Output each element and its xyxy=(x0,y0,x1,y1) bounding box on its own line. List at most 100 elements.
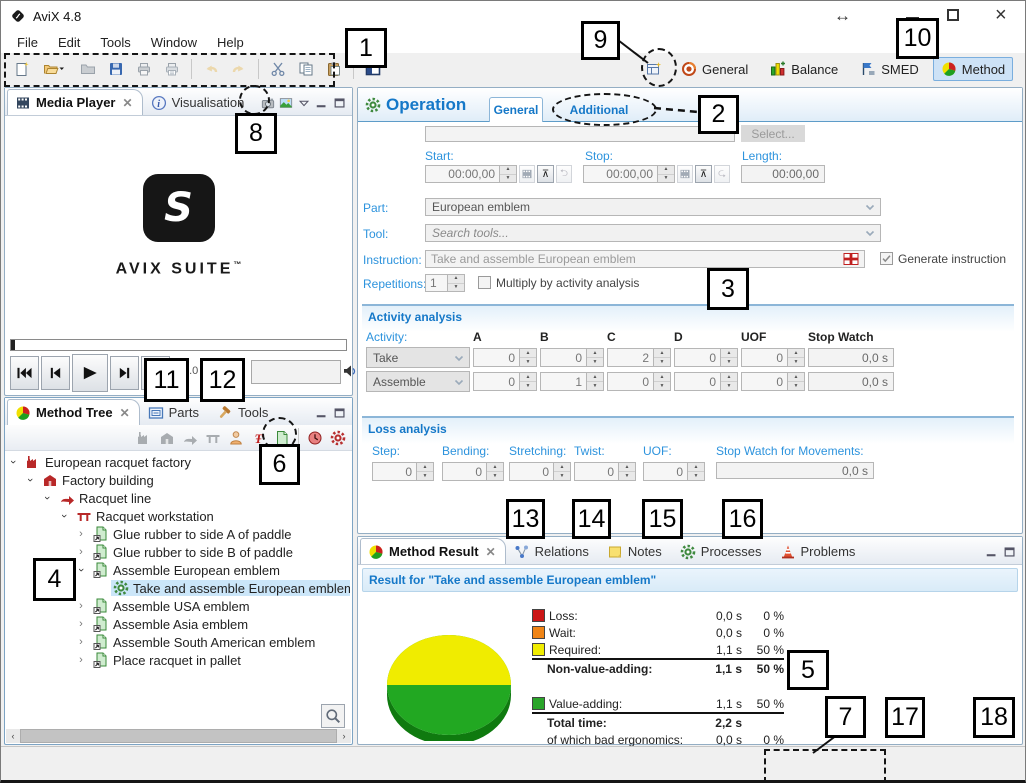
perspective-method[interactable]: Method xyxy=(933,57,1013,81)
mark-stop-button[interactable]: ⊼ xyxy=(695,165,712,183)
minimize-pane-icon[interactable] xyxy=(985,545,999,559)
stop-time-spinner[interactable]: 00:00,00▲▼ xyxy=(583,165,675,183)
previous-frame-button[interactable] xyxy=(41,356,70,390)
activity-d-spinner[interactable]: 0▲▼ xyxy=(674,348,738,367)
activity-b-spinner[interactable]: 1▲▼ xyxy=(540,372,604,391)
add-line-icon[interactable] xyxy=(182,430,198,446)
tab-method-tree[interactable]: Method Tree✕ xyxy=(7,399,140,425)
menu-edit[interactable]: Edit xyxy=(48,32,90,53)
perspective-general[interactable]: General xyxy=(673,57,756,81)
activity-combo[interactable]: Assemble xyxy=(366,371,470,392)
tab-method-result[interactable]: Method Result✕ xyxy=(360,538,506,564)
add-building-icon[interactable] xyxy=(159,430,175,446)
activity-a-spinner[interactable]: 0▲▼ xyxy=(473,348,537,367)
expand-chevron-icon[interactable]: › xyxy=(75,528,87,540)
activity-combo[interactable]: Take xyxy=(366,347,470,368)
expand-chevron-icon[interactable]: › xyxy=(58,510,70,522)
maximize-pane-icon[interactable] xyxy=(333,96,347,110)
scroll-left-icon[interactable]: ‹ xyxy=(6,731,20,741)
tree-item[interactable]: ›Place racquet in pallet xyxy=(7,651,350,669)
spinner-arrows-icon[interactable]: ▲▼ xyxy=(499,165,517,183)
add-instruction-cross-icon[interactable] xyxy=(843,251,859,267)
expand-chevron-icon[interactable]: › xyxy=(75,618,87,630)
expand-chevron-icon[interactable]: › xyxy=(75,654,87,666)
expand-chevron-icon[interactable]: › xyxy=(75,546,87,558)
close-button[interactable]: × xyxy=(995,5,1007,25)
menu-window[interactable]: Window xyxy=(141,32,207,53)
select-clip-button[interactable]: Select... xyxy=(741,125,805,142)
play-button[interactable] xyxy=(72,354,108,392)
scroll-thumb[interactable] xyxy=(20,729,337,743)
bending-spinner[interactable]: 0▲▼ xyxy=(442,462,504,481)
activity-a-spinner[interactable]: 0▲▼ xyxy=(473,372,537,391)
expand-chevron-icon[interactable]: › xyxy=(75,600,87,612)
tree-search-button[interactable] xyxy=(321,704,345,728)
expand-chevron-icon[interactable]: › xyxy=(24,474,36,486)
tab-relations[interactable]: Relations xyxy=(506,538,599,564)
activity-b-spinner[interactable]: 0▲▼ xyxy=(540,348,604,367)
expand-chevron-icon[interactable]: › xyxy=(75,636,87,648)
repetitions-spinner[interactable]: 1▲▼ xyxy=(425,274,465,292)
close-tab-icon[interactable]: ✕ xyxy=(123,96,133,110)
tree-item[interactable]: ›Racquet workstation xyxy=(7,507,350,525)
maximize-pane-icon[interactable] xyxy=(1003,545,1017,559)
jump-start-button[interactable]: ⮌ xyxy=(556,165,572,183)
volume-track[interactable] xyxy=(251,360,341,384)
tab-media-player[interactable]: Media Player✕ xyxy=(7,89,143,115)
tab-visualisation[interactable]: iVisualisation xyxy=(143,89,255,115)
activity-c-spinner[interactable]: 2▲▼ xyxy=(607,348,671,367)
next-frame-button[interactable] xyxy=(110,356,139,390)
menu-tools[interactable]: Tools xyxy=(90,32,140,53)
tree-item[interactable]: ›Assemble Asia emblem xyxy=(7,615,350,633)
tree-item[interactable]: ›Assemble South American emblem xyxy=(7,633,350,651)
perspective-balance[interactable]: Balance xyxy=(762,57,846,81)
tab-notes[interactable]: Notes xyxy=(599,538,672,564)
twist-spinner[interactable]: 0▲▼ xyxy=(574,462,636,481)
clip-field[interactable] xyxy=(425,126,735,142)
view-menu-icon[interactable] xyxy=(297,96,311,110)
tool-combo[interactable]: Search tools... xyxy=(425,224,881,242)
spinner-arrows-icon[interactable]: ▲▼ xyxy=(657,165,675,183)
tab-problems[interactable]: Problems xyxy=(772,538,866,564)
expand-chevron-icon[interactable]: › xyxy=(7,456,19,468)
start-time-spinner[interactable]: 00:00,00▲▼ xyxy=(425,165,517,183)
generate-instruction-checkbox[interactable] xyxy=(880,252,893,265)
uof-spinner[interactable]: 0▲▼ xyxy=(643,462,705,481)
step-spinner[interactable]: 0▲▼ xyxy=(372,462,434,481)
activity-d-spinner[interactable]: 0▲▼ xyxy=(674,372,738,391)
spinner-arrows-icon[interactable]: ▲▼ xyxy=(447,274,465,292)
jump-stop-button[interactable]: ⮎ xyxy=(714,165,730,183)
settings-gear-icon[interactable] xyxy=(330,430,346,446)
stopwatch-icon[interactable] xyxy=(307,430,323,446)
activity-uof-spinner[interactable]: 0▲▼ xyxy=(741,372,805,391)
part-combo[interactable]: European emblem xyxy=(425,198,881,216)
seek-handle[interactable] xyxy=(11,340,15,350)
seek-bar[interactable] xyxy=(10,339,347,351)
mark-start-button[interactable]: ⊼ xyxy=(537,165,554,183)
close-tab-icon[interactable]: ✕ xyxy=(486,545,496,559)
multiply-checkbox[interactable] xyxy=(478,276,491,289)
set-start-from-video-button[interactable] xyxy=(519,165,535,183)
set-stop-from-video-button[interactable] xyxy=(677,165,693,183)
expand-chevron-icon[interactable]: › xyxy=(41,492,53,504)
scroll-right-icon[interactable]: › xyxy=(337,731,351,741)
add-operator-icon[interactable] xyxy=(228,430,244,446)
minimize-pane-icon[interactable] xyxy=(315,96,329,110)
tab-general[interactable]: General xyxy=(489,97,543,122)
perspective-smed[interactable]: SMED xyxy=(852,57,927,81)
menu-file[interactable]: File xyxy=(7,32,48,53)
tree-item[interactable]: ›Racquet line xyxy=(7,489,350,507)
activity-c-spinner[interactable]: 0▲▼ xyxy=(607,372,671,391)
tab-parts[interactable]: Parts xyxy=(140,399,209,425)
close-tab-icon[interactable]: ✕ xyxy=(120,406,130,420)
maximize-button[interactable] xyxy=(947,9,959,21)
stretching-spinner[interactable]: 0▲▼ xyxy=(509,462,571,481)
tab-processes[interactable]: Processes xyxy=(672,538,772,564)
tree-hscrollbar[interactable]: ‹ › xyxy=(6,729,351,743)
add-workstation-icon[interactable] xyxy=(205,430,221,446)
expand-chevron-icon[interactable]: › xyxy=(75,564,87,576)
instruction-field[interactable]: Take and assemble European emblem xyxy=(425,250,865,268)
add-factory-icon[interactable] xyxy=(136,430,152,446)
activity-uof-spinner[interactable]: 0▲▼ xyxy=(741,348,805,367)
minimize-pane-icon[interactable] xyxy=(315,406,329,420)
